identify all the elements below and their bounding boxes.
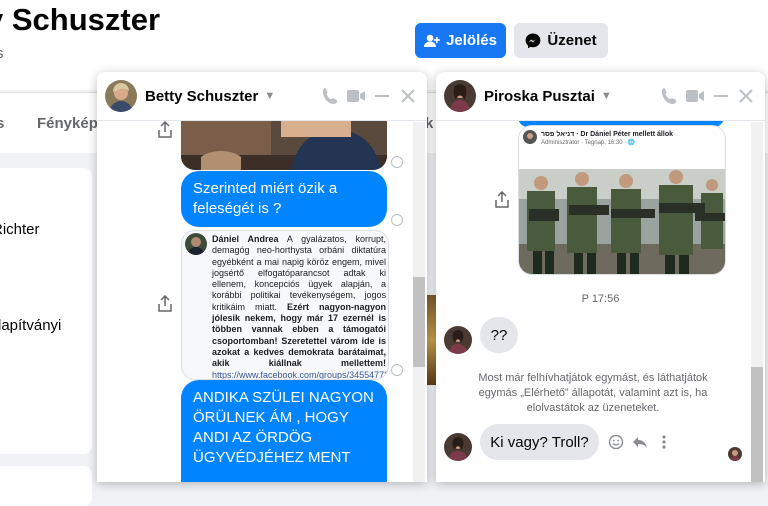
scrollbar-thumb[interactable] [413,277,425,367]
phone-icon[interactable] [321,86,341,106]
emoji-react-icon[interactable] [608,434,624,450]
video-icon[interactable] [346,86,366,106]
message-text: ?? [490,326,508,344]
more-options-icon[interactable] [656,434,672,450]
chevron-down-icon[interactable]: ▼ [264,90,275,102]
shared-post-photo[interactable] [519,169,725,274]
chat-window-betty: Betty Schuszter ▼ Szerinted miért özik a … [97,72,427,482]
post-text: A gyalázatos, korrupt, demagóg neo-horth… [212,234,386,312]
minimize-icon[interactable] [372,86,392,106]
avatar[interactable] [444,80,476,112]
profile-name: y Schuszter [0,2,161,37]
chat-header[interactable]: Piroska Pusztai ▼ [436,72,765,121]
system-message: Most már felhívhatjátok egymást, és láth… [478,372,708,414]
contact-avatar[interactable] [444,433,472,461]
intro-card: Richter lapítványi [0,168,92,454]
shared-photo[interactable] [181,121,387,170]
intro-item-workplace: Richter [0,221,40,238]
read-receipt-avatar [728,447,742,461]
contact-avatar[interactable] [444,326,472,354]
video-icon[interactable] [685,86,705,106]
message-bubble-outgoing[interactable]: ANDIKA SZÜLEI NAGYON ÖRÜLNEK ÁM , HOGY A… [181,380,387,482]
shared-post-card[interactable]: Dániel Andrea A gyalázatos, korrupt, dem… [181,230,389,380]
seen-indicator [391,214,403,226]
tab-photos[interactable]: Fényképe [37,115,106,132]
messenger-icon [526,33,541,48]
seen-indicator [391,364,403,376]
close-icon[interactable] [736,86,756,106]
scrollbar-thumb[interactable] [751,367,763,482]
share-icon[interactable] [494,191,510,209]
post-author: Dániel Andrea [212,234,279,244]
avatar[interactable] [105,80,137,112]
message-bubble-incoming[interactable]: ?? [480,317,518,353]
message-list[interactable]: דניאל פסר ⋅ Dr Dániel Péter mellett állo… [436,121,765,482]
minimize-icon[interactable] [711,86,731,106]
shared-post-meta: Adminisztrátor · Tegnap, 16:30 · 🌐 [541,140,636,146]
message-text: ANDIKA SZÜLEI NAGYON ÖRÜLNEK ÁM , HOGY A… [193,389,374,466]
post-text-block: Dániel Andrea A gyalázatos, korrupt, dem… [212,234,388,379]
message-bubble-incoming[interactable]: Ki vagy? Troll? [480,424,599,460]
reply-icon[interactable] [632,434,648,450]
message-bubble-outgoing[interactable]: Szerinted miért özik a feleségét is ? [181,171,387,227]
message-text: Szerinted miért özik a feleségét is ? [193,180,338,217]
close-icon[interactable] [398,86,418,106]
intro-item-foundation: lapítványi [0,317,62,334]
profile-subtitle: s [0,45,4,62]
post-author-avatar [185,233,207,255]
seen-indicator [391,156,403,168]
phone-icon[interactable] [660,86,680,106]
shared-post-card[interactable]: דניאל פסר ⋅ Dr Dániel Péter mellett állo… [518,125,726,275]
photos-card [0,466,92,506]
share-icon[interactable] [157,295,173,313]
chat-title-text: Piroska Pusztai [484,88,595,105]
add-friend-label: Jelölés [446,32,497,49]
group-avatar [523,130,537,144]
message-label: Üzenet [547,32,597,49]
message-text: Ki vagy? Troll? [490,433,589,451]
chat-title[interactable]: Piroska Pusztai ▼ [484,88,612,105]
timestamp: P 17:56 [581,293,620,305]
chat-window-piroska: Piroska Pusztai ▼ דניאל פסר ⋅ Dr Dániel P… [436,72,765,482]
add-friend-icon [424,34,440,47]
chat-header[interactable]: Betty Schuszter ▼ [97,72,427,121]
tab-partial[interactable]: s [0,115,4,132]
add-friend-button[interactable]: Jelölés [415,23,506,58]
chat-title-text: Betty Schuszter [145,88,259,105]
chevron-down-icon[interactable]: ▼ [601,90,612,102]
post-link[interactable]: https://www.facebook.com/groups/34554773… [212,370,388,379]
share-icon[interactable] [157,121,173,139]
message-list[interactable]: Szerinted miért özik a feleségét is ? Dá… [97,121,427,482]
chat-title[interactable]: Betty Schuszter ▼ [145,88,275,105]
message-button[interactable]: Üzenet [514,23,608,58]
